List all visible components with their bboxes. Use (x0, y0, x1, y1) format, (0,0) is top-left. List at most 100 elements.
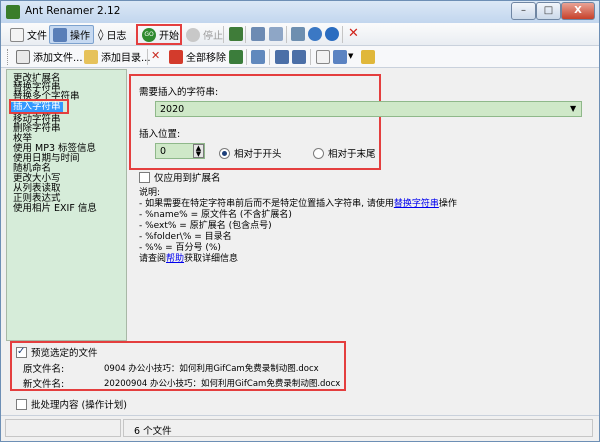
radio-end-label: 相对于末尾 (328, 149, 376, 160)
preview-checkbox-label: 预览选定的文件 (31, 348, 98, 359)
old-name-label: 原文件名: (23, 364, 65, 375)
file-toolbar: 添加文件... 添加目录... ✕ 全部移除 ▼ (1, 46, 599, 68)
apply-ext-only-label: 仅应用到扩展名 (154, 173, 221, 184)
save-icon[interactable] (361, 50, 375, 64)
status-bar: 6 个文件 (1, 415, 599, 441)
stop-button[interactable]: 停止 (183, 25, 226, 44)
new-name-label: 新文件名: (23, 379, 65, 390)
notes: 说明: - 如果需要在特定字符串前后而不是特定位置插入字符串, 请使用替换字符串… (139, 188, 457, 265)
exit-icon[interactable]: ✕ (348, 26, 359, 41)
notes-line-1: - 如果需要在特定字符串前后而不是特定位置插入字符串, 请使用替换字符串操作 (139, 199, 457, 209)
separator (310, 49, 311, 65)
window-title: Ant Renamer 2.12 (25, 5, 121, 17)
add-file-icon (16, 49, 30, 64)
grip-handle[interactable] (7, 49, 10, 65)
add-files-label: 添加文件... (33, 53, 83, 64)
help-link[interactable]: 帮助 (166, 254, 184, 264)
batch-label: 批处理内容 (操作计划) (31, 400, 127, 411)
preview-icon[interactable] (251, 50, 265, 64)
separator (342, 26, 343, 43)
separator (245, 26, 246, 43)
go-icon: GO (142, 27, 156, 42)
radio-end-dot (313, 147, 324, 159)
old-name-value: 0904 办公小技巧：如何利用GifCam免费录制动图.docx (104, 364, 319, 374)
tab-operations-label: 操作 (70, 31, 90, 42)
position-value: 0 (160, 146, 167, 157)
separator (147, 49, 148, 65)
close-button[interactable]: X (561, 2, 595, 20)
spin-arrows-icon[interactable]: ▲ ▼ (193, 144, 204, 158)
maximize-button[interactable]: □ (536, 2, 561, 20)
notes-line-6: 请查阅帮助获取详细信息 (139, 254, 239, 264)
file-count: 6 个文件 (134, 426, 172, 437)
start-label: 开始 (159, 31, 179, 42)
position-label: 插入位置: (139, 129, 181, 140)
stop-label: 停止 (203, 31, 223, 42)
notes-line-4: - %folder\% = 目录名 (139, 232, 232, 242)
title-bar: Ant Renamer 2.12 – □ X (1, 1, 599, 23)
notes-line-2: - %name% = 原文件名 (不含扩展名) (139, 210, 292, 220)
add-files-button[interactable]: 添加文件... (13, 47, 86, 66)
operations-icon (53, 27, 67, 42)
notes-line-3: - %ext% = 原扩展名 (包含点号) (139, 221, 272, 231)
move-down-icon[interactable] (292, 50, 306, 64)
notes-line-5: - %% = 百分号 (%) (139, 243, 221, 253)
help-bubble-icon[interactable] (291, 27, 305, 41)
info-icon[interactable] (325, 27, 339, 41)
action-list[interactable]: 更改扩展名 替换字符串 替换多个字符串 插入字符串 移动字符串 删除字符串 枚举 使用 MP3… (6, 69, 127, 341)
remove-selected-icon[interactable]: ✕ (151, 49, 160, 62)
batch-checkbox-box (16, 398, 27, 410)
radio-relative-start[interactable]: 相对于开头 (219, 146, 282, 160)
radio-relative-end[interactable]: 相对于末尾 (313, 146, 376, 160)
remove-all-label: 全部移除 (186, 53, 226, 64)
replace-string-link[interactable]: 替换字符串 (394, 199, 439, 209)
main-toolbar: 文件 操作 ◊ 日志 GO 开始 停止 ✕ (1, 23, 599, 46)
radio-start-label: 相对于开头 (234, 149, 282, 160)
separator (269, 49, 270, 65)
apply-ext-only-box (139, 171, 150, 183)
radio-start-dot (219, 147, 230, 159)
status-cell-empty (5, 419, 121, 437)
tab-file-label: 文件 (27, 31, 47, 42)
insert-string-panel: 需要插入的字符串: 2020 ▼ 插入位置: 0 ▲ ▼ 相对于开头 相对于末尾 … (129, 69, 595, 341)
insert-string-label: 需要插入的字符串: (139, 87, 219, 98)
remove-all-button[interactable]: 全部移除 (166, 47, 229, 66)
move-up-icon[interactable] (275, 50, 289, 64)
minimize-button[interactable]: – (511, 2, 536, 20)
document-icon[interactable] (316, 50, 330, 64)
tab-log-label: 日志 (106, 31, 127, 42)
insert-string-value: 2020 (160, 104, 185, 115)
refresh-icon[interactable] (229, 50, 243, 64)
add-folder-button[interactable]: 添加目录... (81, 47, 154, 66)
separator (223, 26, 224, 43)
undo-icon[interactable] (229, 27, 243, 41)
add-folder-label: 添加目录... (101, 53, 151, 64)
log-icon: ◊ (98, 28, 104, 41)
batch-expander[interactable]: 批处理内容 (操作计划) (16, 397, 127, 411)
separator (246, 49, 247, 65)
chevron-down-icon[interactable]: ▼ (348, 52, 353, 60)
selected-action-highlight (9, 99, 69, 114)
tab-file[interactable]: 文件 (7, 25, 50, 44)
preview-checkbox[interactable]: 预览选定的文件 (16, 345, 98, 359)
notes-heading: 说明: (139, 188, 161, 198)
remove-all-icon (169, 49, 183, 64)
chevron-down-icon[interactable]: ▼ (570, 104, 576, 113)
tab-operations[interactable]: 操作 (49, 25, 94, 44)
stop-icon (186, 27, 200, 42)
settings-icon[interactable] (269, 27, 283, 41)
help-icon[interactable] (308, 27, 322, 41)
preview-checkbox-box (16, 346, 27, 358)
action-item[interactable]: 使用相片 EXIF 信息 (13, 204, 97, 214)
insert-string-input[interactable]: 2020 (155, 101, 582, 117)
apply-ext-only-checkbox[interactable]: 仅应用到扩展名 (139, 170, 221, 184)
app-icon (6, 5, 20, 19)
add-folder-icon (84, 49, 98, 64)
new-name-value: 20200904 办公小技巧：如何利用GifCam免费录制动图.docx (104, 379, 341, 389)
start-button[interactable]: GO 开始 (139, 25, 182, 44)
app-window: Ant Renamer 2.12 – □ X 文件 操作 ◊ 日志 GO 开始 … (0, 0, 600, 442)
sort-icon[interactable] (333, 50, 347, 64)
tab-log[interactable]: ◊ 日志 (95, 25, 129, 44)
window-icon[interactable] (251, 27, 265, 41)
separator (286, 26, 287, 43)
